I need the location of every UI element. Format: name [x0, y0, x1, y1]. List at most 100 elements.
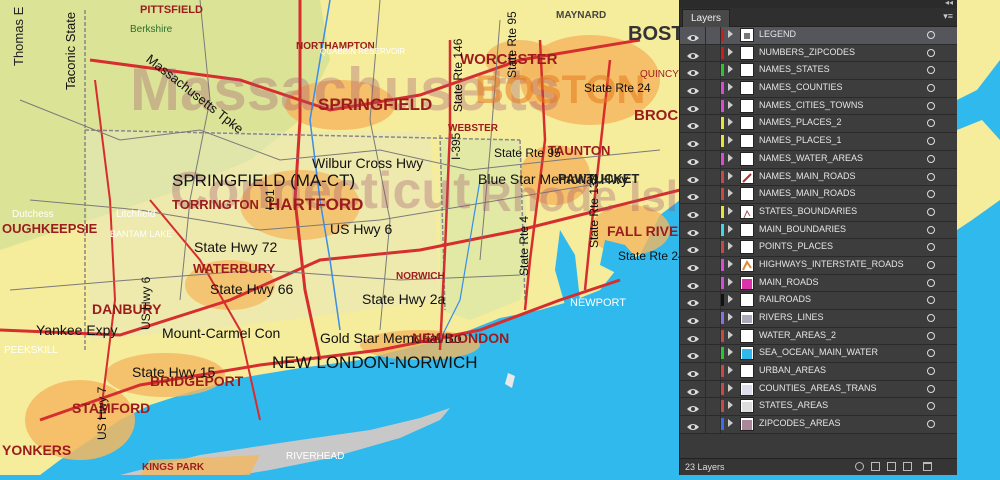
target-circle-icon[interactable]: [927, 243, 935, 252]
visibility-eye-icon[interactable]: [687, 313, 699, 324]
layer-row[interactable]: ZIPCODES_AREAS: [680, 416, 957, 434]
lock-toggle[interactable]: [705, 239, 721, 256]
visibility-eye-icon[interactable]: [687, 348, 699, 360]
visibility-eye-icon[interactable]: [687, 136, 699, 148]
visibility-eye-icon[interactable]: [687, 401, 699, 413]
layer-row[interactable]: STATES_BOUNDARIES: [680, 203, 957, 222]
lock-toggle[interactable]: [705, 44, 721, 62]
lock-toggle[interactable]: [705, 363, 721, 380]
visibility-eye-icon[interactable]: [687, 331, 699, 342]
visibility-eye-icon[interactable]: [687, 384, 699, 395]
layer-row[interactable]: POINTS_PLACES: [680, 239, 957, 257]
target-circle-icon[interactable]: [927, 367, 935, 376]
expand-triangle-icon[interactable]: [728, 330, 733, 339]
lock-toggle[interactable]: [705, 310, 721, 327]
layer-row[interactable]: URBAN_AREAS: [680, 363, 957, 381]
lock-toggle[interactable]: [705, 186, 721, 203]
tab-layers[interactable]: Layers: [682, 9, 731, 27]
make-clipping-mask-icon[interactable]: [871, 462, 880, 471]
layer-row[interactable]: MAIN_ROADS: [680, 274, 957, 293]
target-circle-icon[interactable]: [927, 260, 935, 269]
lock-toggle[interactable]: [705, 115, 721, 133]
visibility-eye-icon[interactable]: [687, 207, 699, 218]
visibility-eye-icon[interactable]: [687, 30, 699, 41]
layer-row[interactable]: STATES_AREAS: [680, 398, 957, 417]
target-circle-icon[interactable]: [927, 349, 935, 358]
expand-triangle-icon[interactable]: [728, 401, 733, 410]
target-circle-icon[interactable]: [927, 119, 935, 128]
layer-row[interactable]: NAMES_MAIN_ROADS: [680, 186, 957, 204]
new-layer-icon[interactable]: [903, 462, 912, 471]
target-circle-icon[interactable]: [927, 190, 935, 199]
target-circle-icon[interactable]: [927, 48, 935, 57]
lock-toggle[interactable]: [705, 168, 721, 186]
target-circle-icon[interactable]: [927, 314, 935, 322]
expand-triangle-icon[interactable]: [728, 136, 733, 145]
layer-row[interactable]: NAMES_STATES: [680, 62, 957, 81]
panel-menu-icon[interactable]: ▾≡: [943, 11, 953, 22]
visibility-eye-icon[interactable]: [687, 225, 699, 236]
lock-toggle[interactable]: [705, 345, 721, 363]
expand-triangle-icon[interactable]: [728, 118, 733, 127]
layer-row[interactable]: RAILROADS: [680, 292, 957, 310]
expand-triangle-icon[interactable]: [728, 206, 733, 215]
lock-toggle[interactable]: [705, 27, 721, 44]
layer-row[interactable]: NAMES_MAIN_ROADS: [680, 168, 957, 187]
layer-row[interactable]: LEGEND: [680, 27, 957, 45]
visibility-eye-icon[interactable]: [687, 189, 699, 201]
lock-toggle[interactable]: [705, 80, 721, 97]
expand-triangle-icon[interactable]: [728, 366, 733, 375]
expand-triangle-icon[interactable]: [728, 259, 733, 268]
target-circle-icon[interactable]: [927, 31, 935, 39]
visibility-eye-icon[interactable]: [687, 295, 699, 307]
layer-row[interactable]: COUNTIES_AREAS_TRANS: [680, 380, 957, 399]
lock-toggle[interactable]: [705, 292, 721, 309]
expand-triangle-icon[interactable]: [728, 224, 733, 233]
target-circle-icon[interactable]: [927, 402, 935, 411]
expand-triangle-icon[interactable]: [728, 295, 733, 304]
layer-row[interactable]: NUMBERS_ZIPCODES: [680, 44, 957, 63]
expand-triangle-icon[interactable]: [728, 242, 733, 251]
layer-row[interactable]: RIVERS_LINES: [680, 310, 957, 328]
layer-row[interactable]: NAMES_COUNTIES: [680, 80, 957, 98]
visibility-eye-icon[interactable]: [687, 101, 699, 112]
target-circle-icon[interactable]: [927, 84, 935, 93]
new-sublayer-icon[interactable]: [887, 462, 896, 471]
expand-triangle-icon[interactable]: [728, 153, 733, 162]
expand-triangle-icon[interactable]: [728, 277, 733, 286]
visibility-eye-icon[interactable]: [687, 419, 699, 431]
target-circle-icon[interactable]: [927, 225, 935, 234]
lock-toggle[interactable]: [705, 133, 721, 150]
expand-triangle-icon[interactable]: [728, 383, 733, 392]
trash-icon[interactable]: [923, 462, 932, 471]
target-circle-icon[interactable]: [927, 384, 935, 393]
visibility-eye-icon[interactable]: [687, 65, 699, 77]
expand-triangle-icon[interactable]: [728, 419, 733, 428]
layer-row[interactable]: NAMES_PLACES_2: [680, 115, 957, 134]
target-circle-icon[interactable]: [927, 420, 935, 429]
target-circle-icon[interactable]: [927, 207, 935, 216]
lock-toggle[interactable]: [705, 398, 721, 416]
lock-toggle[interactable]: [705, 150, 721, 168]
visibility-eye-icon[interactable]: [687, 172, 699, 183]
layer-row[interactable]: NAMES_WATER_AREAS: [680, 150, 957, 169]
expand-triangle-icon[interactable]: [728, 65, 733, 74]
layer-row[interactable]: MAIN_BOUNDARIES: [680, 221, 957, 240]
lock-toggle[interactable]: [705, 416, 721, 433]
target-circle-icon[interactable]: [927, 137, 935, 146]
lock-toggle[interactable]: [705, 97, 721, 115]
visibility-eye-icon[interactable]: [687, 278, 699, 289]
target-circle-icon[interactable]: [927, 296, 935, 305]
expand-triangle-icon[interactable]: [728, 189, 733, 198]
collapse-panel-button[interactable]: ◂◂: [945, 0, 953, 7]
target-circle-icon[interactable]: [927, 154, 935, 163]
expand-triangle-icon[interactable]: [728, 47, 733, 56]
target-circle-icon[interactable]: [927, 66, 935, 75]
target-circle-icon[interactable]: [927, 101, 935, 110]
lock-toggle[interactable]: [705, 380, 721, 398]
visibility-eye-icon[interactable]: [687, 260, 699, 271]
lock-toggle[interactable]: [705, 327, 721, 345]
lock-toggle[interactable]: [705, 274, 721, 292]
layer-row[interactable]: WATER_AREAS_2: [680, 327, 957, 346]
visibility-eye-icon[interactable]: [687, 83, 699, 95]
